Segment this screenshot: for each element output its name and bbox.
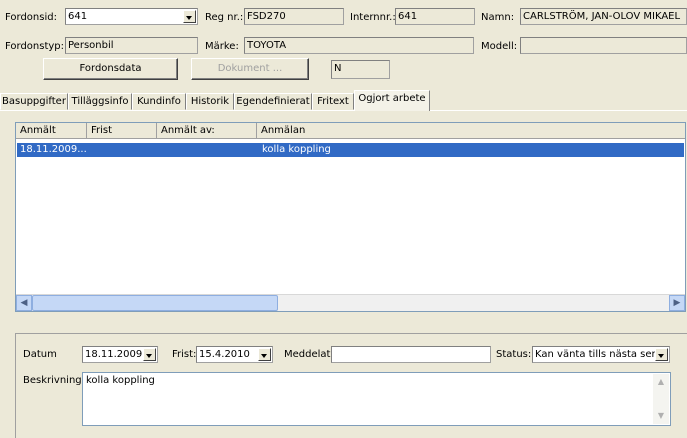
table-row[interactable]: 18.11.2009... kolla koppling xyxy=(17,143,684,157)
tab-historik[interactable]: Historik xyxy=(186,93,234,110)
tab-fritext[interactable]: Fritext xyxy=(312,93,354,110)
beskrivning-textarea[interactable]: kolla koppling ▲ ▼ xyxy=(82,372,671,426)
status-value: Kan vänta tills nästa ser xyxy=(535,349,656,360)
status-label: Status: xyxy=(496,349,532,360)
scroll-thumb[interactable] xyxy=(32,295,278,311)
frist-picker[interactable]: 15.4.2010 xyxy=(196,346,273,363)
vertical-scrollbar[interactable]: ▲ ▼ xyxy=(653,374,669,424)
column-header-anmalt[interactable]: Anmält xyxy=(16,123,87,139)
tab-egendefinierat[interactable]: Egendefinierat xyxy=(234,93,312,110)
datum-picker[interactable]: 18.11.2009 xyxy=(82,346,158,363)
cell-anmalt: 18.11.2009... xyxy=(20,144,87,155)
scroll-right-icon[interactable]: ▶ xyxy=(669,295,685,311)
fordonsid-combo[interactable]: 641 xyxy=(65,8,198,25)
beskrivning-value: kolla koppling xyxy=(86,375,155,386)
regnr-field: FSD270 xyxy=(244,8,344,25)
fordonsid-value: 641 xyxy=(68,11,88,22)
fordonstyp-label: Fordonstyp: xyxy=(5,41,65,52)
frist-label: Frist: xyxy=(172,349,197,360)
tab-kundinfo[interactable]: Kundinfo xyxy=(132,93,186,110)
meddelat-label: Meddelat xyxy=(284,349,331,360)
internnr-field: 641 xyxy=(395,8,475,25)
list-header: Anmält Frist Anmält av: Anmälan xyxy=(16,123,685,139)
modell-field xyxy=(520,37,687,54)
chevron-down-icon[interactable] xyxy=(655,348,668,361)
fordonstyp-field: Personbil xyxy=(65,37,198,54)
scroll-left-icon[interactable]: ◀ xyxy=(16,295,32,311)
tab-tillaggsinfo[interactable]: Tilläggsinfo xyxy=(68,93,132,110)
column-header-frist[interactable]: Frist xyxy=(87,123,157,139)
horizontal-scrollbar[interactable]: ◀ ▶ xyxy=(16,294,685,311)
cell-anmalan: kolla koppling xyxy=(262,144,331,155)
chevron-down-icon[interactable] xyxy=(258,348,271,361)
scroll-up-icon[interactable]: ▲ xyxy=(653,374,669,390)
meddelat-input[interactable] xyxy=(331,346,491,363)
scroll-down-icon[interactable]: ▼ xyxy=(653,408,669,424)
flag-field: N xyxy=(331,60,390,79)
fordonsdata-button[interactable]: Fordonsdata xyxy=(43,58,178,80)
tab-basuppgifter[interactable]: Basuppgifter xyxy=(0,93,68,110)
datum-value: 18.11.2009 xyxy=(85,349,143,360)
fordonsid-label: Fordonsid: xyxy=(5,12,57,23)
datum-label: Datum xyxy=(23,349,57,360)
chevron-down-icon[interactable] xyxy=(143,348,156,361)
dokument-button[interactable]: Dokument ... xyxy=(191,58,309,80)
namn-label: Namn: xyxy=(481,12,515,23)
column-header-anmalt-av[interactable]: Anmält av: xyxy=(157,123,257,139)
marke-field: TOYOTA xyxy=(244,37,474,54)
chevron-down-icon[interactable] xyxy=(183,10,196,23)
work-list[interactable]: Anmält Frist Anmält av: Anmälan 18.11.20… xyxy=(15,122,686,312)
beskrivning-label: Beskrivning: xyxy=(23,375,85,386)
marke-label: Märke: xyxy=(205,41,239,52)
modell-label: Modell: xyxy=(481,41,518,52)
namn-field: CARLSTRÖM, JAN-OLOV MIKAEL xyxy=(520,8,687,25)
status-select[interactable]: Kan vänta tills nästa ser xyxy=(532,346,670,363)
regnr-label: Reg nr.: xyxy=(205,12,244,23)
internnr-label: Internnr.: xyxy=(350,12,396,23)
frist-value: 15.4.2010 xyxy=(199,349,250,360)
tab-ogjort-arbete[interactable]: Ogjort arbete xyxy=(354,90,430,111)
column-header-anmalan[interactable]: Anmälan xyxy=(257,123,685,139)
tab-bar: Basuppgifter Tilläggsinfo Kundinfo Histo… xyxy=(0,90,687,111)
